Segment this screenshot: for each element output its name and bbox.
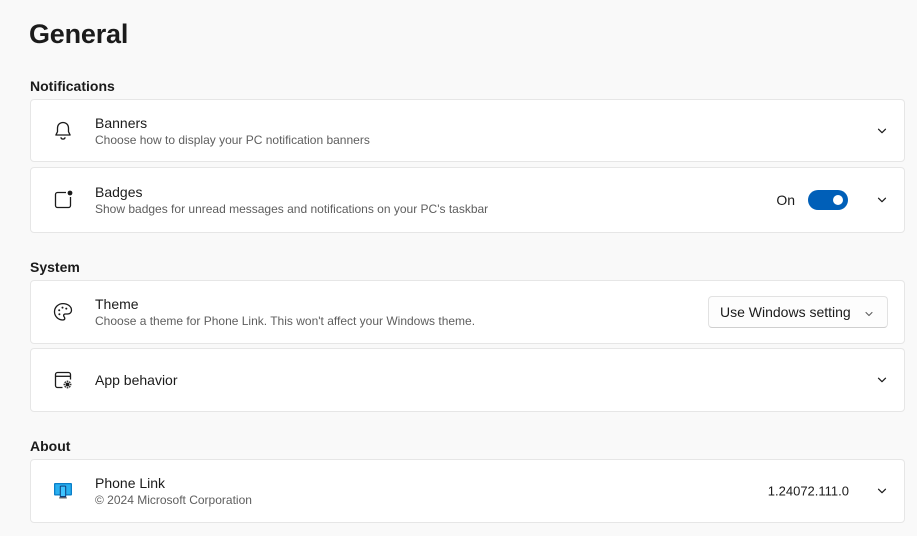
banners-title: Banners <box>95 114 148 131</box>
theme-card: Theme Choose a theme for Phone Link. Thi… <box>30 280 905 344</box>
theme-dropdown-value: Use Windows setting <box>720 304 851 320</box>
banners-text: Banners Choose how to display your PC no… <box>95 114 370 148</box>
phone-link-icon <box>51 479 75 503</box>
banners-description: Choose how to display your PC notificati… <box>95 132 370 147</box>
section-title-notifications: Notifications <box>30 78 115 94</box>
theme-text: Theme Choose a theme for Phone Link. Thi… <box>95 295 475 329</box>
badges-description: Show badges for unread messages and noti… <box>95 202 489 216</box>
app-behavior-expand-chevron-icon[interactable] <box>874 372 890 388</box>
theme-title: Theme <box>95 296 139 312</box>
palette-icon <box>51 300 75 324</box>
theme-dropdown[interactable]: Use Windows setting <box>708 296 888 328</box>
badges-card[interactable]: Badges Show badges for unread messages a… <box>30 167 905 233</box>
chevron-down-icon <box>863 307 875 319</box>
app-behavior-card[interactable]: App behavior <box>30 348 905 412</box>
banners-expand-chevron-icon[interactable] <box>874 123 890 139</box>
badge-icon <box>51 188 75 212</box>
toggle-knob <box>833 195 843 205</box>
section-title-system: System <box>30 259 80 275</box>
theme-description: Choose a theme for Phone Link. This won'… <box>95 314 476 328</box>
about-title: Phone Link <box>95 475 166 491</box>
app-behavior-text: App behavior <box>95 371 178 389</box>
badges-toggle-label: On <box>776 192 795 208</box>
bell-icon <box>51 119 75 143</box>
badges-text: Badges Show badges for unread messages a… <box>95 183 488 217</box>
banners-card[interactable]: Banners Choose how to display your PC no… <box>30 99 905 162</box>
about-card[interactable]: Phone Link © 2024 Microsoft Corporation … <box>30 459 905 523</box>
about-expand-chevron-icon[interactable] <box>874 483 890 499</box>
about-text: Phone Link © 2024 Microsoft Corporation <box>95 474 252 508</box>
about-copyright: © 2024 Microsoft Corporation <box>95 493 252 507</box>
page-title: General <box>29 19 129 49</box>
section-title-about: About <box>30 438 71 454</box>
app-version: 1.24072.111.0 <box>767 483 849 499</box>
app-settings-icon <box>51 368 75 392</box>
app-behavior-title: App behavior <box>95 372 178 388</box>
badges-expand-chevron-icon[interactable] <box>874 192 890 208</box>
badges-title: Badges <box>95 184 143 200</box>
badges-toggle[interactable] <box>808 190 848 210</box>
